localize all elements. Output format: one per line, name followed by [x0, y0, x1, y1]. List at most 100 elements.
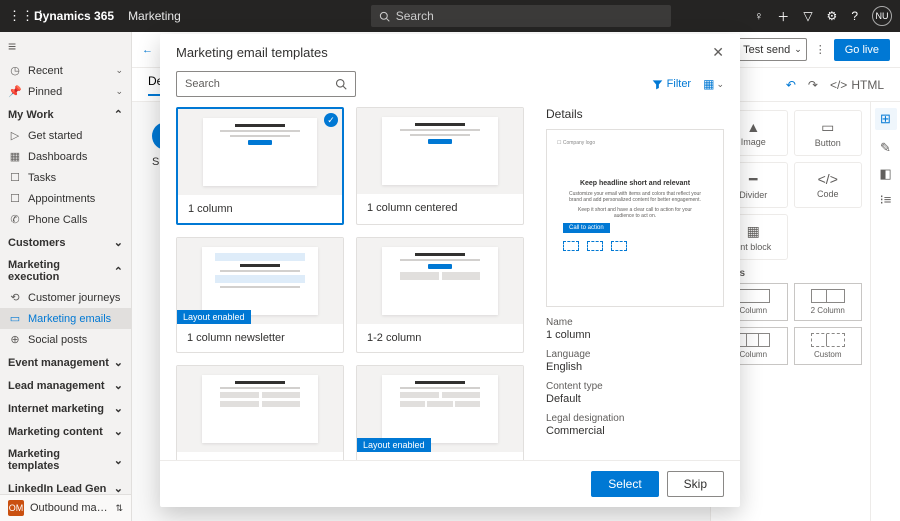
undo-icon[interactable]: ↶: [786, 78, 796, 92]
layout-badge: Layout enabled: [177, 310, 251, 324]
search-placeholder: Search: [396, 9, 434, 23]
product-name[interactable]: Marketing: [128, 9, 181, 23]
tool-code[interactable]: </>Code: [794, 162, 863, 208]
template-preview: ☐ Company logo Keep headline short and r…: [546, 129, 724, 307]
nav-group-event-management[interactable]: Event management⌄: [0, 350, 131, 373]
nav-appointments[interactable]: ☐Appointments: [0, 188, 131, 209]
go-live-button[interactable]: Go live: [834, 39, 890, 61]
chevron-down-icon: ⌄: [114, 425, 123, 438]
template-picker-dialog: Marketing email templates ✕ Search Filte…: [160, 34, 740, 507]
template-card[interactable]: ✓ 1 column: [176, 107, 344, 225]
nav-group-marketing-content[interactable]: Marketing content⌄: [0, 419, 131, 442]
layout-badge: Layout enabled: [357, 438, 431, 452]
area-badge: OM: [8, 500, 24, 516]
template-card[interactable]: Layout enabled 1 column newsletter: [176, 237, 344, 353]
help-icon[interactable]: ?: [851, 9, 858, 23]
details-name-label: Name: [546, 317, 724, 328]
search-icon: [379, 11, 390, 22]
nav-dashboards[interactable]: ▦Dashboards: [0, 146, 131, 167]
chevron-down-icon: ⌄: [114, 454, 123, 467]
calendar-icon: ☐: [8, 192, 22, 205]
nav-phone-calls[interactable]: ✆Phone Calls: [0, 209, 131, 230]
nav-group-mywork[interactable]: My Work⌃: [0, 102, 131, 125]
nav-get-started[interactable]: ▷Get started: [0, 125, 131, 146]
nav-group-internet-marketing[interactable]: Internet marketing⌄: [0, 396, 131, 419]
nav-group-marketing-execution[interactable]: Marketing execution⌃: [0, 253, 131, 287]
pin-icon: 📌: [8, 85, 22, 98]
global-topbar: ⋮⋮⋮ Dynamics 365 Marketing Search ♀ ＋ ▽ …: [0, 0, 900, 32]
template-name: 1 column: [178, 195, 342, 223]
block-icon: ▦: [747, 223, 760, 240]
filter-button[interactable]: Filter: [652, 78, 691, 90]
template-name: 1 column newsletter: [177, 324, 343, 352]
details-name-value: 1 column: [546, 329, 724, 341]
view-html-toggle[interactable]: </>HTML: [830, 78, 884, 92]
journey-icon: ⟲: [8, 291, 22, 304]
nav-group-marketing-templates[interactable]: Marketing templates⌄: [0, 442, 131, 476]
more-icon[interactable]: ⋮: [815, 43, 826, 56]
tool-button[interactable]: ▭Button: [794, 110, 863, 156]
chevron-down-icon: ⌄: [716, 79, 724, 90]
template-card[interactable]: Layout enabled 1-2-3 column: [356, 365, 524, 460]
layout-custom[interactable]: Custom: [794, 327, 863, 365]
global-search[interactable]: Search: [371, 5, 671, 27]
plus-icon[interactable]: ＋: [777, 8, 789, 25]
redo-icon[interactable]: ↷: [808, 78, 818, 92]
left-nav: ≡ ◷Recent⌄ 📌Pinned⌄ My Work⌃ ▷Get starte…: [0, 32, 132, 521]
nav-marketing-emails[interactable]: ▭Marketing emails: [0, 308, 131, 329]
preview-cta: Call to action: [563, 223, 610, 233]
rail-styles-icon[interactable]: ✎: [880, 140, 891, 156]
template-name: 1-2-2 column: [177, 452, 343, 460]
nav-social-posts[interactable]: ⊕Social posts: [0, 329, 131, 350]
updown-icon: ⇅: [115, 503, 123, 514]
nav-customer-journeys[interactable]: ⟲Customer journeys: [0, 287, 131, 308]
select-button[interactable]: Select: [591, 471, 658, 497]
rail-theme-icon[interactable]: ◧: [879, 166, 891, 182]
details-content-type-value: Default: [546, 393, 724, 405]
gear-icon[interactable]: ⚙: [827, 9, 838, 23]
lightbulb-icon[interactable]: ♀: [754, 9, 763, 23]
template-name: 1-2 column: [357, 324, 523, 352]
rail-settings-icon[interactable]: ⁝≡: [880, 192, 892, 208]
template-search[interactable]: Search: [176, 71, 356, 97]
back-button[interactable]: ←: [142, 44, 153, 56]
nav-tasks[interactable]: ☐Tasks: [0, 167, 131, 188]
rail-elements-icon[interactable]: ⊞: [875, 108, 897, 130]
nav-area-switcher[interactable]: OM Outbound market... ⇅: [0, 494, 131, 521]
chevron-down-icon: ⌄: [114, 356, 123, 369]
template-card[interactable]: 1-2 column: [356, 237, 524, 353]
nav-recent[interactable]: ◷Recent⌄: [0, 60, 131, 81]
code-icon: </>: [818, 171, 838, 187]
details-language-label: Language: [546, 349, 724, 360]
chevron-up-icon: ⌃: [114, 265, 123, 278]
code-icon: </>: [830, 78, 847, 92]
filter-icon[interactable]: ▽: [803, 9, 812, 23]
view-switcher[interactable]: ▦ ⌄: [703, 77, 724, 91]
chevron-up-icon: ⌃: [114, 108, 123, 121]
search-icon: [335, 78, 347, 90]
button-icon: ▭: [821, 119, 834, 136]
section-types-label: types: [719, 268, 862, 279]
skip-button[interactable]: Skip: [667, 471, 724, 497]
user-avatar[interactable]: NU: [872, 6, 892, 26]
brand-name: Dynamics 365: [34, 9, 114, 23]
clock-icon: ◷: [8, 64, 22, 77]
app-launcher-icon[interactable]: ⋮⋮⋮: [8, 8, 28, 24]
details-content-type-label: Content type: [546, 381, 724, 392]
nav-group-lead-management[interactable]: Lead management⌄: [0, 373, 131, 396]
nav-hamburger-icon[interactable]: ≡: [0, 32, 131, 60]
funnel-icon: [652, 79, 663, 90]
dialog-title: Marketing email templates: [176, 45, 328, 60]
details-panel: Details ☐ Company logo Keep headline sho…: [534, 107, 724, 460]
layout-2col[interactable]: 2 Column: [794, 283, 863, 321]
selected-check-icon: ✓: [324, 113, 338, 127]
phone-icon: ✆: [8, 213, 22, 226]
nav-pinned[interactable]: 📌Pinned⌄: [0, 81, 131, 102]
chevron-down-icon: ⌄: [794, 44, 802, 55]
template-name: 1 column centered: [357, 194, 523, 222]
nav-group-customers[interactable]: Customers⌄: [0, 230, 131, 253]
chevron-down-icon: ⌄: [115, 86, 123, 97]
close-button[interactable]: ✕: [712, 44, 724, 61]
template-card[interactable]: 1 column centered: [356, 107, 524, 225]
template-card[interactable]: 1-2-2 column: [176, 365, 344, 460]
